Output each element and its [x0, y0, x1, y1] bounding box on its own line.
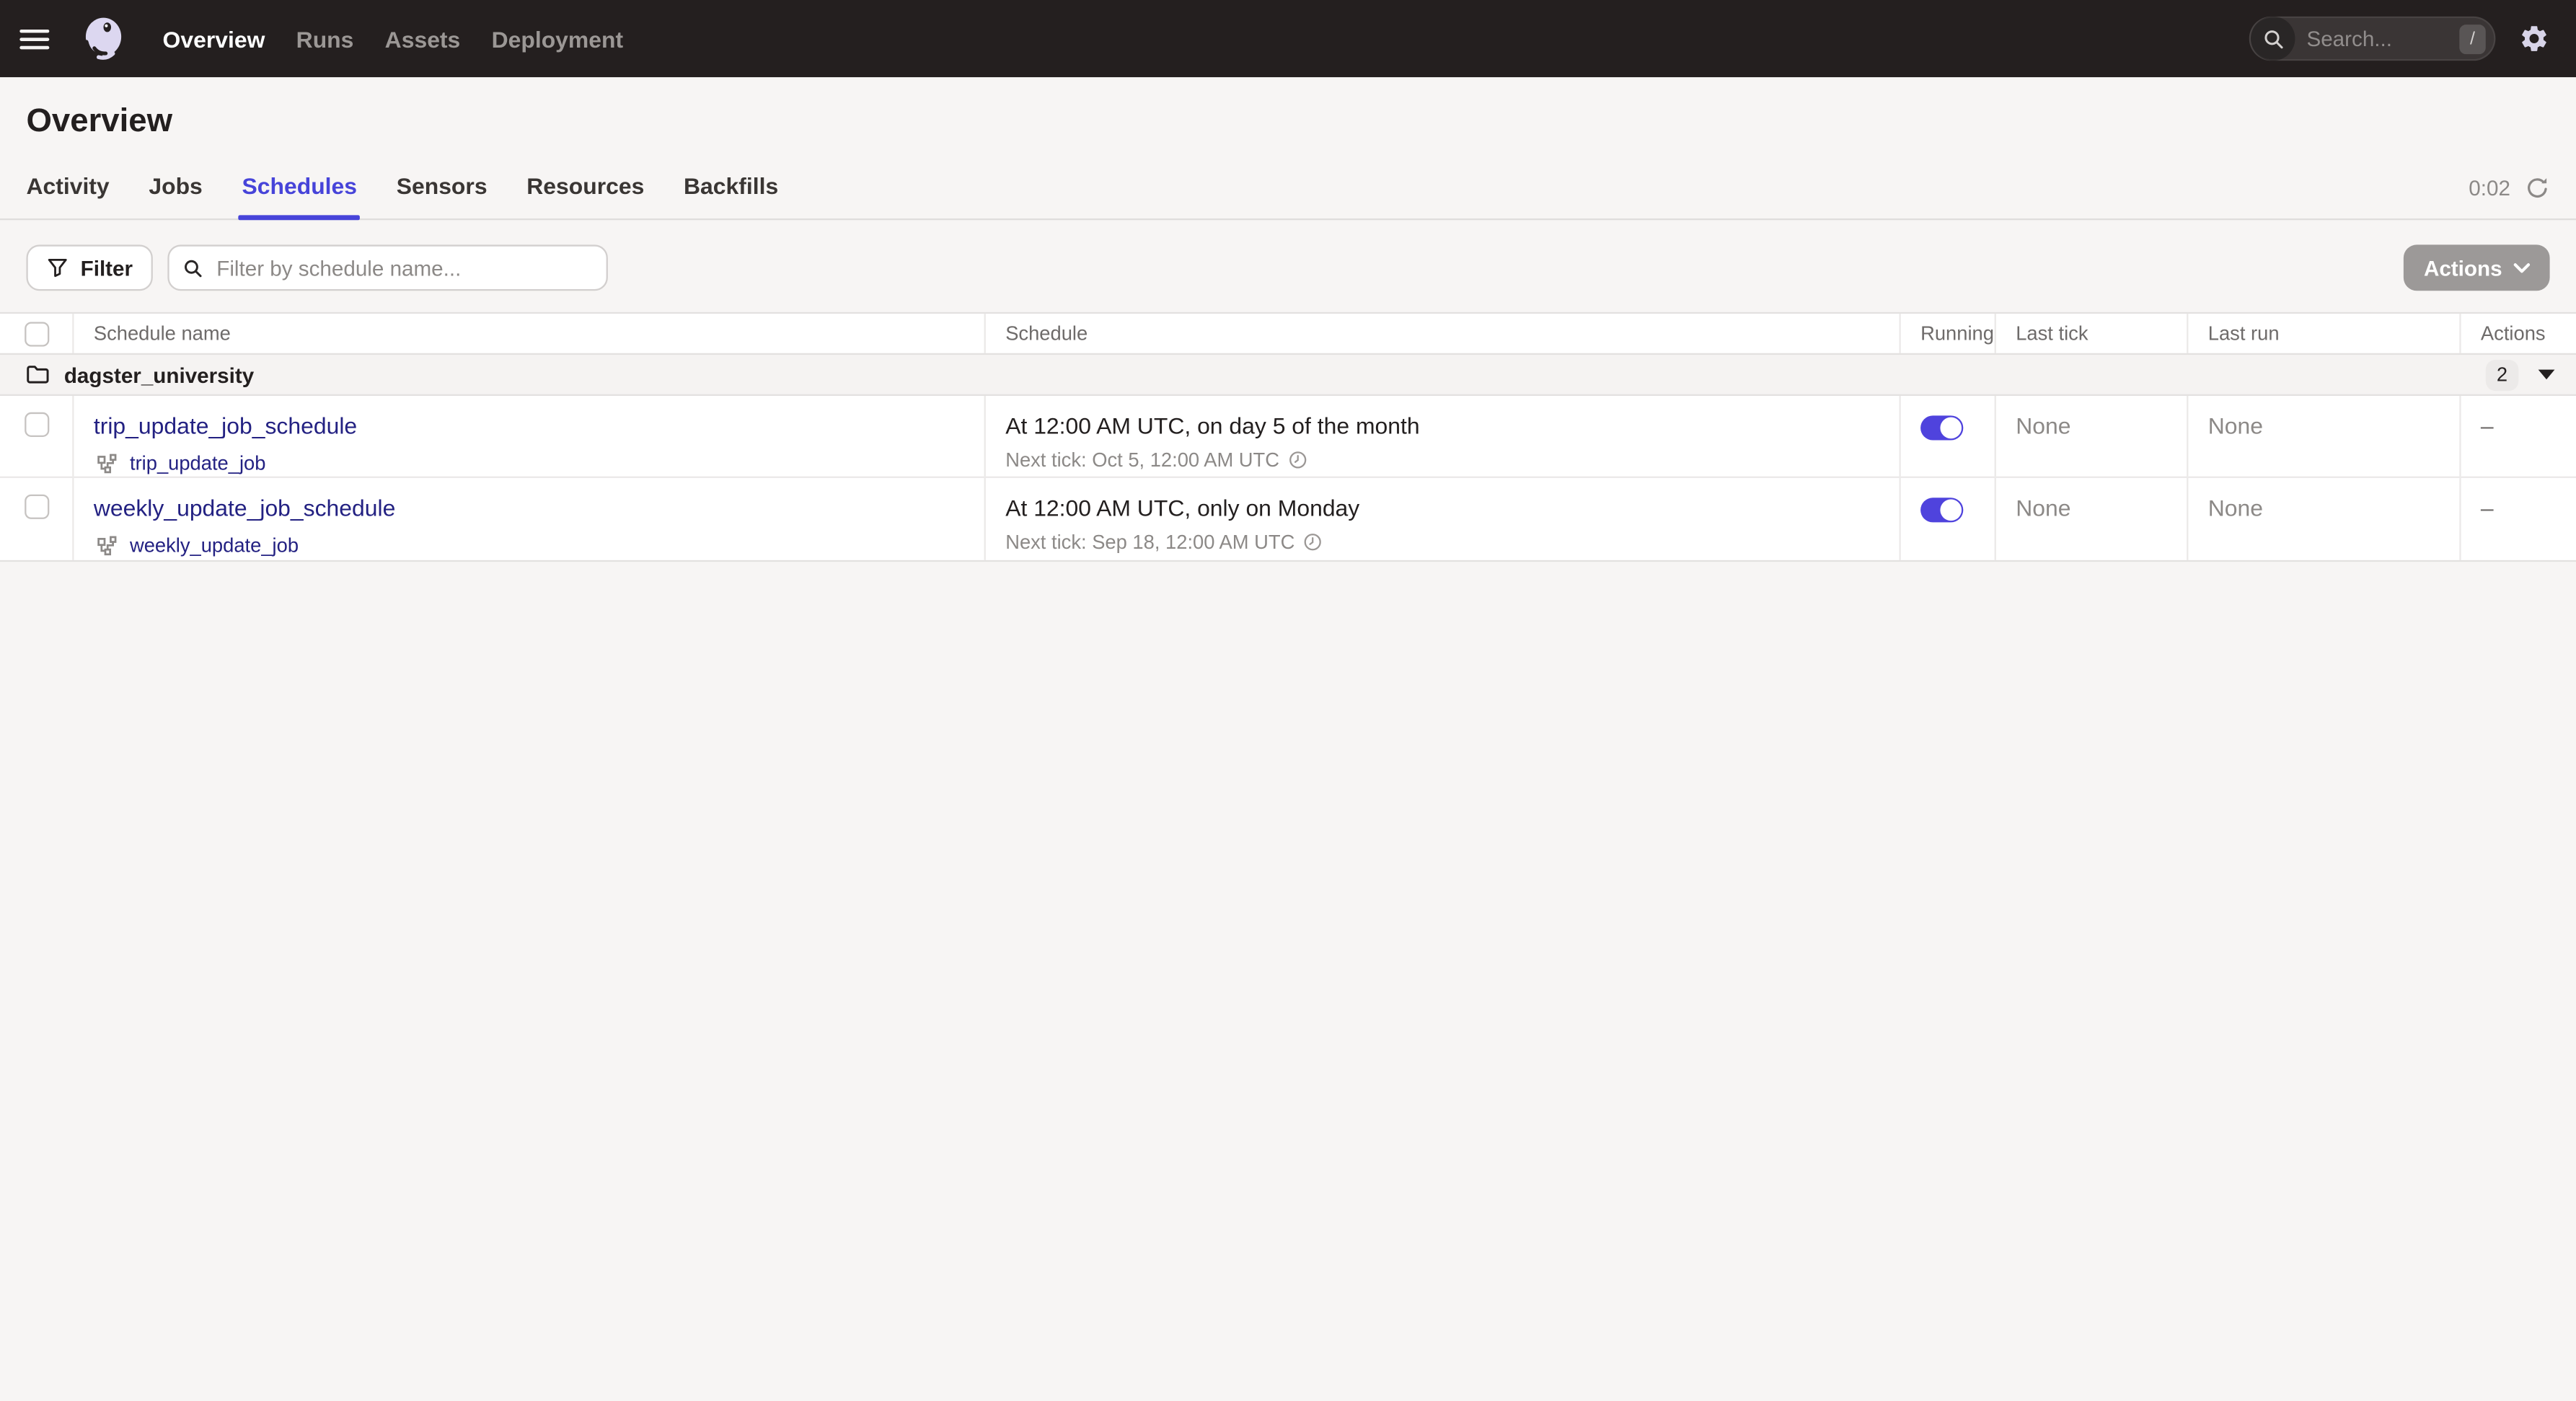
last-tick-cell: None [1996, 477, 2189, 560]
row-checkbox[interactable] [24, 412, 49, 437]
header-last-tick: Last tick [1996, 314, 2189, 353]
header-checkbox-cell [0, 314, 74, 353]
filter-button[interactable]: Filter [26, 244, 153, 291]
select-all-checkbox[interactable] [24, 321, 49, 346]
tab-schedules[interactable]: Schedules [238, 172, 361, 221]
header-schedule-name: Schedule name [74, 314, 986, 353]
header-running: Running [1901, 314, 1996, 353]
running-cell [1901, 396, 1996, 477]
header-actions: Actions [2480, 322, 2546, 345]
page-title: Overview [26, 103, 173, 140]
clock-icon [1304, 534, 1321, 551]
job-link[interactable]: weekly_update_job [130, 534, 299, 557]
schedules-toolbar: Filter Actions [26, 244, 2550, 291]
funnel-icon [48, 258, 67, 278]
next-tick-text: Next tick: Sep 18, 12:00 AM UTC [1005, 530, 1295, 554]
search-shortcut-badge: / [2459, 24, 2486, 54]
dagster-overview-page: Overview Runs Assets Deployment / Overvi… [0, 0, 2576, 1401]
nav-item-assets[interactable]: Assets [385, 25, 461, 51]
repo-group-row[interactable]: dagster_university 2 [0, 353, 2576, 397]
tab-activity[interactable]: Activity [26, 172, 109, 218]
row-actions-value: – [2480, 412, 2494, 439]
table-header-row: Schedule name Schedule Running Last tick… [0, 314, 2576, 353]
last-tick-value: None [2016, 494, 2071, 521]
repo-group-name: dagster_university [63, 362, 255, 387]
global-search[interactable]: / [2249, 16, 2496, 61]
actions-button-label: Actions [2423, 255, 2502, 280]
running-toggle[interactable] [1920, 498, 1964, 523]
nav-item-deployment[interactable]: Deployment [492, 25, 624, 51]
refresh-countdown: 0:02 [2469, 175, 2510, 200]
clock-icon [1289, 451, 1306, 469]
last-tick-cell: None [1996, 396, 2189, 477]
last-run-cell: None [2188, 477, 2461, 560]
schedule-cron-cell: At 12:00 AM UTC, only on Monday Next tic… [986, 477, 1901, 560]
last-run-value: None [2207, 412, 2264, 439]
refresh-icon[interactable] [2525, 176, 2549, 200]
job-link[interactable]: trip_update_job [130, 451, 265, 474]
tab-resources[interactable]: Resources [526, 172, 644, 218]
table-row: trip_update_job_schedule trip_update_job… [0, 396, 2576, 478]
schedule-name-link[interactable]: trip_update_job_schedule [94, 412, 357, 438]
repo-group-count-badge: 2 [2485, 358, 2519, 391]
row-actions-cell: – [2461, 478, 2576, 560]
schedule-cron-cell: At 12:00 AM UTC, on day 5 of the month N… [986, 396, 1901, 477]
overview-tabs: Activity Jobs Schedules Sensors Resource… [0, 172, 2576, 221]
job-icon [97, 535, 117, 555]
schedule-filter-input[interactable] [213, 253, 593, 282]
job-icon [97, 453, 117, 473]
nav-item-runs[interactable]: Runs [296, 25, 354, 51]
row-checkbox-cell [0, 396, 74, 477]
row-checkbox-cell [0, 477, 74, 560]
schedule-filter-field[interactable] [167, 244, 608, 291]
hamburger-menu-icon[interactable] [19, 19, 59, 58]
next-tick-text: Next tick: Oct 5, 12:00 AM UTC [1005, 448, 1279, 472]
folder-icon [27, 366, 49, 384]
last-tick-value: None [2016, 412, 2071, 439]
tab-jobs[interactable]: Jobs [149, 172, 202, 218]
tab-sensors[interactable]: Sensors [397, 172, 488, 218]
tab-backfills[interactable]: Backfills [684, 172, 778, 218]
table-row: weekly_update_job_schedule weekly_update… [0, 477, 2576, 560]
dagster-logo-icon[interactable] [79, 15, 126, 63]
last-run-value: None [2207, 494, 2264, 521]
schedules-table: Schedule name Schedule Running Last tick… [0, 311, 2576, 562]
cron-description: At 12:00 AM UTC, on day 5 of the month [1005, 412, 1420, 439]
row-actions-cell: – [2461, 396, 2576, 477]
gear-icon[interactable] [2518, 23, 2549, 54]
cron-description: At 12:00 AM UTC, only on Monday [1005, 494, 1360, 521]
schedule-name-cell: trip_update_job_schedule trip_update_job [74, 396, 986, 477]
search-icon [184, 259, 202, 277]
top-navigation-bar: Overview Runs Assets Deployment / [0, 0, 2576, 78]
filter-button-label: Filter [80, 255, 133, 280]
row-checkbox[interactable] [24, 494, 49, 519]
last-run-cell: None [2188, 396, 2461, 477]
running-toggle[interactable] [1920, 415, 1964, 441]
search-icon [2250, 16, 2295, 61]
header-last-run: Last run [2188, 314, 2461, 353]
running-cell [1901, 477, 1996, 560]
schedule-name-cell: weekly_update_job_schedule weekly_update… [74, 477, 986, 560]
header-schedule: Schedule [986, 314, 1901, 353]
schedule-name-link[interactable]: weekly_update_job_schedule [94, 495, 395, 521]
main-nav: Overview Runs Assets Deployment [163, 25, 624, 51]
refresh-area: 0:02 [2469, 172, 2549, 200]
search-input[interactable] [2295, 26, 2460, 51]
chevron-down-icon [2513, 262, 2531, 273]
row-actions-value: – [2480, 494, 2494, 521]
nav-item-overview[interactable]: Overview [163, 25, 265, 51]
actions-button[interactable]: Actions [2404, 244, 2550, 291]
collapse-caret-icon[interactable] [2538, 369, 2555, 380]
